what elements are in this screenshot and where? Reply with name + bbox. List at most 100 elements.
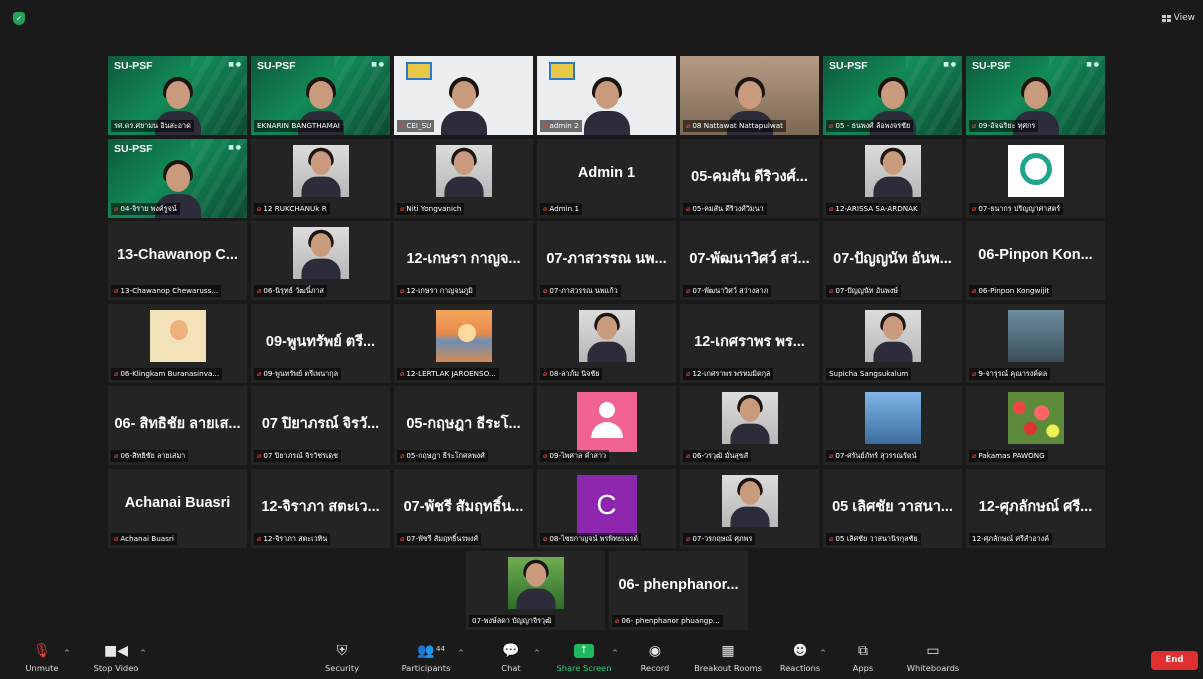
chevron-up-icon[interactable]: ^ bbox=[612, 649, 618, 657]
participant-tile[interactable]: 07-ภาสวรรณ นพ... ⌀ 07-ภาสวรรณ นพแก้ว bbox=[537, 221, 676, 301]
stop-video-button[interactable]: ■◀ Stop Video ^ bbox=[88, 643, 146, 673]
participants-icon: 👥 bbox=[417, 643, 435, 659]
participant-count: 44 bbox=[436, 645, 445, 653]
participant-tile[interactable]: 12-ศุภลักษณ์ ศรี... 12-ศุภลักษณ์ ศรีสำอาง… bbox=[966, 468, 1105, 548]
participant-tile[interactable]: ⌀ Pakamas PAWONG bbox=[966, 386, 1105, 466]
participant-tile[interactable]: SU-PSF ■ ● EKNARIN BANGTHAMAI bbox=[251, 56, 390, 135]
participant-tile[interactable]: ⌀ CEI_SU bbox=[394, 56, 533, 135]
participant-tile[interactable]: ⌀ 06-Klingkam Buranasinva... bbox=[108, 303, 247, 383]
avatar-head bbox=[598, 402, 615, 419]
chevron-up-icon[interactable]: ^ bbox=[140, 649, 146, 657]
participant-tile[interactable]: SU-PSF ■ ● รศ.ดร.ศยามน อินสะอาด bbox=[108, 56, 247, 135]
participant-name: 12-เกศราพร พรหมมิดกุล bbox=[692, 368, 771, 378]
breakout-rooms-button[interactable]: ▦ Breakout Rooms bbox=[692, 643, 764, 673]
unmute-button[interactable]: 🎙︎ Unmute ^ bbox=[22, 643, 69, 673]
camera-status-icon: ■ ● bbox=[1086, 61, 1099, 68]
security-button[interactable]: ⛨ Security bbox=[322, 643, 362, 673]
participant-tile[interactable]: Achanai Buasri ⌀ Achanai Buasri bbox=[108, 468, 247, 548]
participant-tile[interactable]: ⌀ admin 2 bbox=[537, 56, 676, 135]
profile-picture bbox=[864, 392, 921, 445]
chevron-up-icon[interactable]: ^ bbox=[64, 649, 70, 657]
participant-tile[interactable]: ⌀ 07-ศรันย์ภัทร์ สุวรรณรัตน์ bbox=[823, 386, 962, 466]
participant-tile[interactable]: ⌀ 12-ARISSA SA-ARDNAK bbox=[823, 138, 962, 218]
chevron-up-icon[interactable]: ^ bbox=[820, 649, 826, 657]
participant-name-label: ⌀ 09-พูนทรัพย์ ตรีเพนากุล bbox=[254, 367, 341, 380]
participant-name-label: ⌀ 12 RUKCHANUk R bbox=[254, 202, 330, 215]
participant-tile[interactable]: 13-Chawanop C... ⌀ 13-Chawanop Chewaruss..… bbox=[108, 221, 247, 301]
participant-tile[interactable]: ⌀ 9-จารุรณ์ คุณารงค์ดล bbox=[966, 303, 1105, 383]
person-head bbox=[453, 150, 474, 175]
participant-tile[interactable]: ⌀ 07-ธนากร ปริญญาศาสตร์ bbox=[966, 138, 1105, 218]
participant-tile[interactable]: ⌀ 08 Nattawat Nattapulwat bbox=[680, 56, 819, 135]
chevron-up-icon[interactable]: ^ bbox=[534, 649, 540, 657]
participant-name: 05-คมสัน ดีริวงศ์วิมนา bbox=[692, 203, 764, 213]
participant-tile[interactable]: 09-พูนทรัพย์ ตรี... ⌀ 09-พูนทรัพย์ ตรีเพนา… bbox=[251, 303, 390, 383]
person-head bbox=[737, 81, 762, 109]
whiteboards-button[interactable]: ▭ Whiteboards bbox=[904, 643, 962, 673]
participant-tile[interactable]: ⌀ 12-LERTLAK JAROENSO... bbox=[394, 303, 533, 383]
reactions-button[interactable]: ☻ Reactions ^ bbox=[778, 643, 826, 673]
participant-tile[interactable]: 07-พัฒนาวิศว์ สว่... ⌀ 07-พัฒนาวิศว์ สว่าง… bbox=[680, 221, 819, 301]
participant-tile[interactable]: 12-จิราภา สตะเว... ⌀ 12-จิราภา สตะเวทิน bbox=[251, 468, 390, 548]
participant-tile[interactable]: C ⌀ 08-ไชยกาญจน์ พรพิทยเนรต์ bbox=[537, 468, 676, 548]
participant-tile[interactable]: 12-เกษรา กาญจ... ⌀ 12-เกษรา กาญจนภูมิ bbox=[394, 221, 533, 301]
participant-name: 06-Klingkam Buranasinva... bbox=[120, 368, 220, 378]
mic-muted-icon: ⌀ bbox=[543, 286, 548, 296]
participant-tile[interactable]: ⌀ 08-ลาภ์ม นิจชัย bbox=[537, 303, 676, 383]
person-head bbox=[739, 398, 760, 423]
participant-name-label: ⌀ 06-Klingkam Buranasinva... bbox=[111, 367, 223, 380]
encryption-shield-icon[interactable]: ✓ bbox=[13, 12, 25, 25]
participant-tile[interactable]: Supicha Sangsukalum bbox=[823, 303, 962, 383]
participant-tile[interactable]: 07 ปิยาภรณ์ จิรวั... ⌀ 07 ปิยาภรณ์ จิรวัชร… bbox=[251, 386, 390, 466]
participant-name-label: ⌀ 07 ปิยาภรณ์ จิรวัชรเดช bbox=[254, 450, 341, 463]
participant-tile[interactable]: 05 เลิศชัย วาสนา... ⌀ 05 เลิศชัย วาสนานิรก… bbox=[823, 468, 962, 548]
chevron-up-icon[interactable]: ^ bbox=[458, 649, 464, 657]
participant-tile[interactable]: ⌀ 06-นิรุทธ์ วัฒนิ์ภาส bbox=[251, 221, 390, 301]
participant-display-name: 05 เลิศชัย วาสนา... bbox=[832, 498, 953, 515]
participant-tile[interactable]: ⌀ 09-ไพศาล คำสาว bbox=[537, 386, 676, 466]
participant-name-label: ⌀ 12-LERTLAK JAROENSO... bbox=[397, 367, 499, 380]
participant-tile[interactable]: Admin 1 ⌀ Admin 1 bbox=[537, 138, 676, 218]
security-label: Security bbox=[324, 663, 360, 673]
participant-tile[interactable]: ⌀ 07-วรกฤษณ์ ศุภพร bbox=[680, 468, 819, 548]
participant-tile[interactable]: 07-พงษ์ลดา บัญญาจิรวุฒิ bbox=[466, 551, 605, 630]
person-head bbox=[525, 563, 546, 587]
participants-button[interactable]: 👥 44 Participants ^ bbox=[396, 643, 464, 673]
participant-name-label: ⌀ 07-ภาสวรรณ นพแก้ว bbox=[540, 285, 621, 298]
end-meeting-button[interactable]: End bbox=[1151, 651, 1198, 670]
participant-display-name: 07-ภาสวรรณ นพ... bbox=[546, 251, 667, 268]
participant-tile[interactable]: 05-กฤษฎา ธีระโ... ⌀ 05-กฤษฎา ธีระโกศลพงศ์ bbox=[394, 386, 533, 466]
participant-tile[interactable]: 06- phenphanor... ⌀ 06- phenphanor phuangp… bbox=[609, 551, 748, 630]
participant-tile[interactable]: ⌀ 12 RUKCHANUk R bbox=[251, 138, 390, 218]
participant-tile[interactable]: ⌀ Niti Yongvanich bbox=[394, 138, 533, 218]
participant-tile[interactable]: 07-ปัญญนัท อันพ... ⌀ 07-ปัญญนัท อันพงษ์ bbox=[823, 221, 962, 301]
view-button[interactable]: View bbox=[1161, 13, 1195, 23]
brand-text: SU-PSF bbox=[972, 60, 1011, 72]
participant-tile[interactable]: ⌀ 06-วรวุฒิ มั่นสุขสั bbox=[680, 386, 819, 466]
share-screen-button[interactable]: ↑ Share Screen ^ bbox=[556, 643, 618, 673]
mic-muted-icon: ⌀ bbox=[114, 533, 119, 543]
profile-person bbox=[300, 147, 341, 197]
share-screen-label: Share Screen bbox=[556, 663, 612, 673]
person-body bbox=[583, 111, 630, 135]
participant-tile[interactable]: SU-PSF ■ ● ⌀ 04-จิราย พงค์รูจน์ bbox=[108, 138, 247, 218]
mic-muted-icon: ⌀ bbox=[114, 368, 119, 378]
participant-tile[interactable]: SU-PSF ■ ● ⌀ 09-อัจฉริยะ ทุศกร bbox=[966, 56, 1105, 135]
record-button[interactable]: ◉ Record bbox=[638, 643, 672, 673]
participant-tile[interactable]: 06- สิทธิชัย ลายเส... ⌀ 06-สิทธิชัย ลายเสม… bbox=[108, 386, 247, 466]
person-head bbox=[308, 81, 333, 109]
camera-status-icon: ■ ● bbox=[943, 61, 956, 68]
participant-tile[interactable]: 06-Pinpon Kon... ⌀ 06-Pinpon Kongwijit bbox=[966, 221, 1105, 301]
person-head bbox=[165, 81, 190, 109]
mic-muted-icon: ⌀ bbox=[686, 533, 691, 543]
participant-name: 08-ไชยกาญจน์ พรพิทยเนรต์ bbox=[549, 533, 638, 543]
participant-tile[interactable]: 05-คมสัน ดีริวงศ์... ⌀ 05-คมสัน ดีริวงศ์วิ… bbox=[680, 138, 819, 218]
participant-tile[interactable]: SU-PSF ■ ● ⌀ 05 - ธนพงศ์ ล้อพงจรชัย bbox=[823, 56, 962, 135]
participant-tile[interactable]: 12-เกศราพร พร... ⌀ 12-เกศราพร พรหมมิดกุล bbox=[680, 303, 819, 383]
participant-tile[interactable]: 07-พัชรี สัมฤทธิ์น... ⌀ 07-พัชรี สัมฤทธิ์น… bbox=[394, 468, 533, 548]
smiley-icon: ☻ bbox=[792, 643, 808, 659]
participant-name-label: ⌀ 05 เลิศชัย วาสนานิรกุลชัย bbox=[826, 532, 921, 545]
apps-button[interactable]: ⧉ Apps bbox=[850, 643, 876, 673]
chat-button[interactable]: 💬 Chat ^ bbox=[498, 643, 540, 673]
mic-muted-icon: ⌀ bbox=[686, 203, 691, 213]
